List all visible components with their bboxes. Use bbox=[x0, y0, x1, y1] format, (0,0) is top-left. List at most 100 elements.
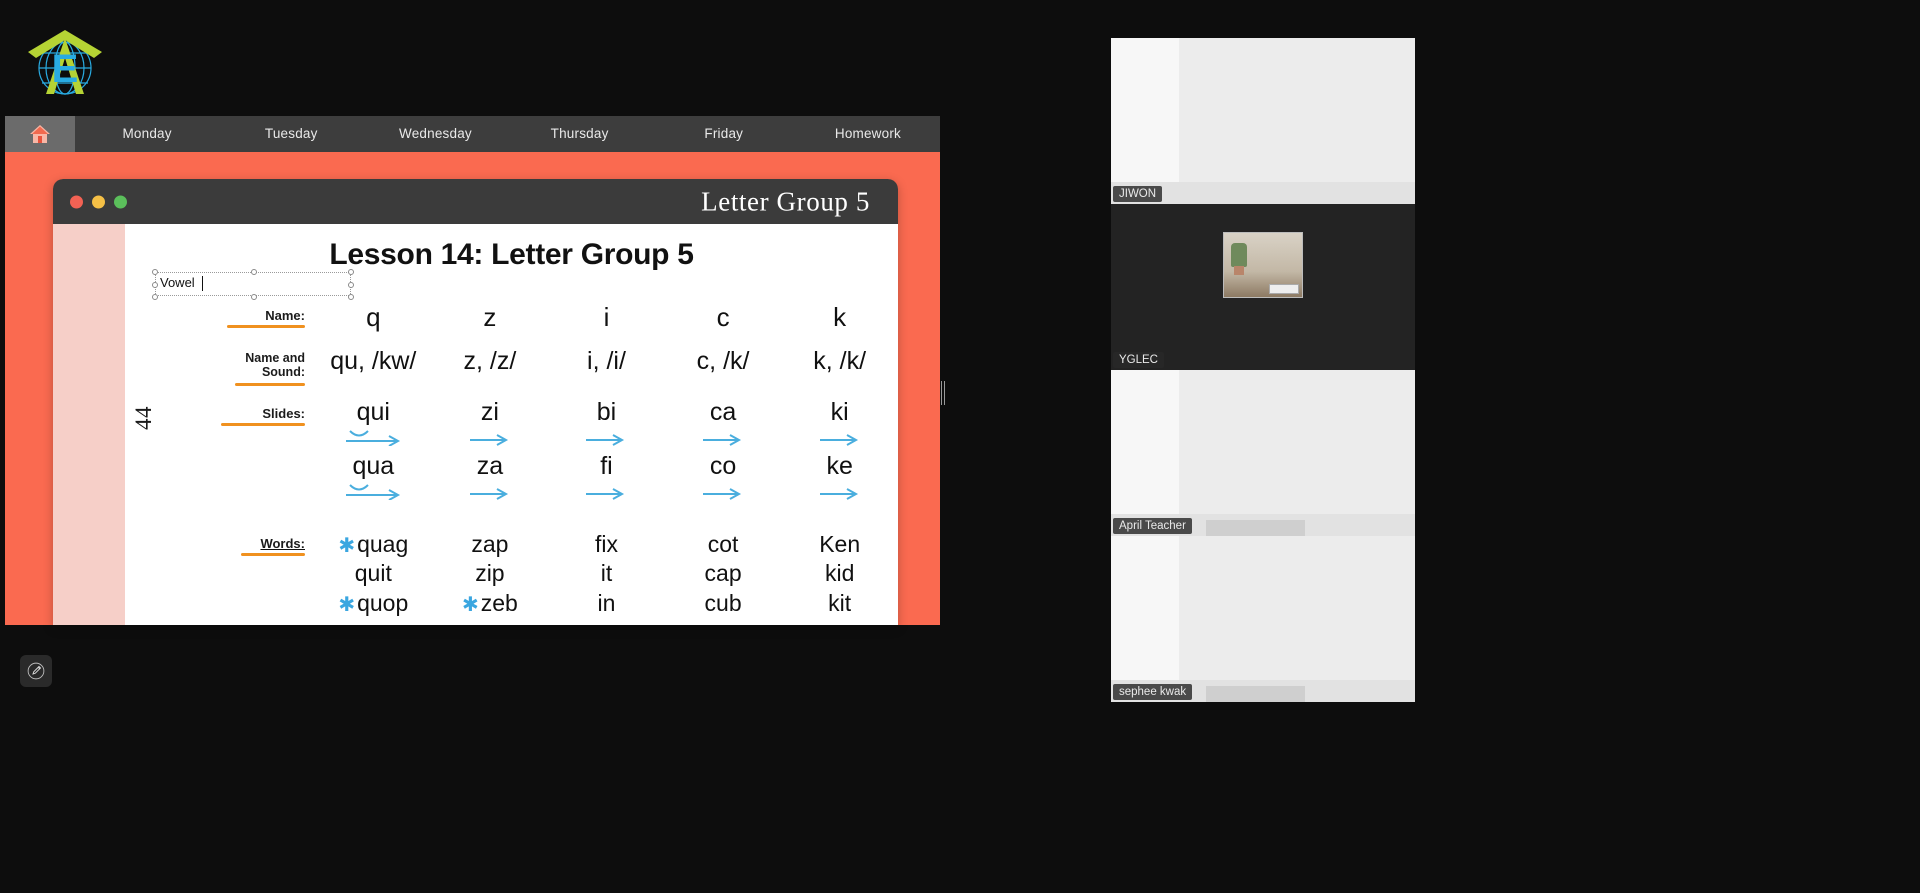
cell-ns-1: z, /z/ bbox=[463, 347, 517, 375]
cell-name-4: k bbox=[833, 302, 847, 332]
cell-ns-3: c, /k/ bbox=[696, 347, 750, 375]
words-col-1: zap zip ✱zeb bbox=[432, 530, 549, 619]
star-icon: ✱ bbox=[338, 593, 356, 616]
syllable: zi bbox=[480, 397, 499, 426]
cell-ns-4: k, /k/ bbox=[813, 347, 867, 375]
word-item: ✱zeb bbox=[461, 589, 518, 616]
video-tile-april-teacher[interactable]: April Teacher bbox=[1111, 370, 1415, 536]
syllable: ki bbox=[830, 397, 849, 426]
slides-col-3: ca co bbox=[665, 397, 782, 508]
tab-homework[interactable]: Homework bbox=[796, 116, 940, 152]
brand-logo: E bbox=[24, 16, 106, 102]
words-col-4: Ken kid kit bbox=[781, 530, 898, 619]
words-col-3: cot cap cub bbox=[665, 530, 782, 619]
resize-handle-e[interactable] bbox=[348, 282, 354, 288]
tab-tuesday[interactable]: Tuesday bbox=[219, 116, 363, 152]
words-col-2: fix it in bbox=[548, 530, 665, 619]
star-icon: ✱ bbox=[461, 593, 479, 616]
resize-handle-s[interactable] bbox=[251, 294, 257, 300]
video-feed bbox=[1111, 370, 1415, 536]
resize-handle-w[interactable] bbox=[152, 282, 158, 288]
row-name-and-sound-underline bbox=[235, 382, 305, 386]
video-tile-yglec[interactable]: YGLEC bbox=[1111, 204, 1415, 370]
slides-col-1: zi za bbox=[432, 397, 549, 508]
cell-name-3: c bbox=[716, 302, 730, 332]
row-name-label: Name: bbox=[125, 302, 315, 328]
slide-window: Letter Group 5 44 Lesson 14: Letter Grou… bbox=[53, 179, 898, 625]
row-name: Name: q z i c k bbox=[125, 302, 898, 333]
syllable: qua bbox=[352, 451, 395, 480]
syllable: ca bbox=[709, 397, 737, 426]
pane-resize-handle[interactable] bbox=[941, 381, 945, 405]
blend-arrow-icon bbox=[469, 487, 508, 500]
row-name-cells: q z i c k bbox=[315, 302, 898, 333]
row-name-underline bbox=[227, 325, 305, 328]
weekday-navbar: Monday Tuesday Wednesday Thursday Friday… bbox=[5, 116, 940, 152]
cell-name-2: i bbox=[603, 302, 610, 332]
participant-name: April Teacher bbox=[1113, 518, 1192, 534]
tab-thursday[interactable]: Thursday bbox=[508, 116, 652, 152]
word-item: kid bbox=[824, 560, 855, 587]
tab-monday[interactable]: Monday bbox=[75, 116, 219, 152]
participant-name: sephee kwak bbox=[1113, 684, 1193, 700]
slides-col-0: qui qua bbox=[315, 397, 432, 508]
word-item: zap bbox=[471, 530, 509, 557]
resize-handle-ne[interactable] bbox=[348, 269, 354, 275]
resize-handle-se[interactable] bbox=[348, 294, 354, 300]
participant-name: JIWON bbox=[1113, 186, 1163, 202]
resize-handle-nw[interactable] bbox=[152, 269, 158, 275]
maximize-button[interactable] bbox=[114, 195, 127, 208]
blend-arrow-icon bbox=[346, 484, 401, 500]
resize-handle-n[interactable] bbox=[251, 269, 257, 275]
globe-arrow-icon: E bbox=[28, 30, 102, 95]
cell-ns-2: i, /i/ bbox=[587, 347, 626, 375]
video-feed bbox=[1111, 204, 1415, 370]
slide-page: 44 Lesson 14: Letter Group 5 Vowel Name:… bbox=[53, 224, 898, 625]
words-col-0: ✱quag quit ✱quop bbox=[315, 530, 432, 619]
text-caret bbox=[202, 276, 203, 291]
annotate-button[interactable] bbox=[20, 655, 52, 687]
nav-home-button[interactable] bbox=[5, 116, 75, 152]
word-item: ✱quop bbox=[338, 589, 409, 616]
tab-friday[interactable]: Friday bbox=[652, 116, 796, 152]
blend-arrow-icon bbox=[819, 433, 858, 446]
syllable: qui bbox=[356, 397, 390, 426]
vowel-textbox[interactable]: Vowel bbox=[152, 269, 354, 300]
syllable: za bbox=[476, 451, 504, 480]
cell-ns-0: qu, /kw/ bbox=[330, 347, 417, 375]
weekday-tabs: Monday Tuesday Wednesday Thursday Friday… bbox=[75, 116, 940, 152]
pencil-icon bbox=[27, 662, 45, 680]
word-item: quit bbox=[354, 560, 392, 587]
syllable: co bbox=[709, 451, 737, 480]
word-item: cot bbox=[707, 530, 739, 557]
slides-col-2: bi fi bbox=[548, 397, 665, 508]
close-button[interactable] bbox=[70, 195, 83, 208]
slide-content: Lesson 14: Letter Group 5 Vowel Name: q … bbox=[125, 224, 898, 625]
word-item: kit bbox=[828, 589, 852, 616]
home-icon bbox=[30, 125, 50, 143]
blend-arrow-icon bbox=[469, 433, 508, 446]
page-title: Lesson 14: Letter Group 5 bbox=[329, 238, 694, 271]
row-slides-underline bbox=[221, 422, 305, 426]
video-tile-jiwon[interactable]: JIWON bbox=[1111, 38, 1415, 204]
blend-arrow-icon bbox=[586, 433, 625, 446]
minimize-button[interactable] bbox=[92, 195, 105, 208]
row-slides-cells: qui qua zi za bi fi ca co ki ke bbox=[315, 397, 898, 508]
app-root: E Monday Tuesday Wednesday Thursday Frid… bbox=[0, 0, 1920, 893]
cell-name-1: z bbox=[483, 302, 497, 332]
video-feed bbox=[1111, 536, 1415, 702]
phonics-grid: Name: q z i c k Name and Sound: qu, /kw/… bbox=[125, 302, 898, 625]
cell-name-0: q bbox=[366, 302, 381, 332]
syllable: bi bbox=[596, 397, 617, 426]
resize-handle-sw[interactable] bbox=[152, 294, 158, 300]
row-words: Words: ✱quag quit ✱quop zap zip ✱zeb fix… bbox=[125, 530, 898, 619]
row-name-and-sound-label: Name and Sound: bbox=[125, 347, 315, 386]
row-words-underline bbox=[241, 552, 305, 556]
row-slides-label: Slides: bbox=[125, 400, 315, 426]
video-feed bbox=[1111, 38, 1415, 204]
video-tile-sephee-kwak[interactable]: sephee kwak bbox=[1111, 536, 1415, 702]
row-words-cells: ✱quag quit ✱quop zap zip ✱zeb fix it in … bbox=[315, 530, 898, 619]
tab-wednesday[interactable]: Wednesday bbox=[363, 116, 507, 152]
word-item: zip bbox=[475, 560, 505, 587]
row-slides: Slides: qui qua zi za bi fi ca co ki ke bbox=[125, 397, 898, 508]
